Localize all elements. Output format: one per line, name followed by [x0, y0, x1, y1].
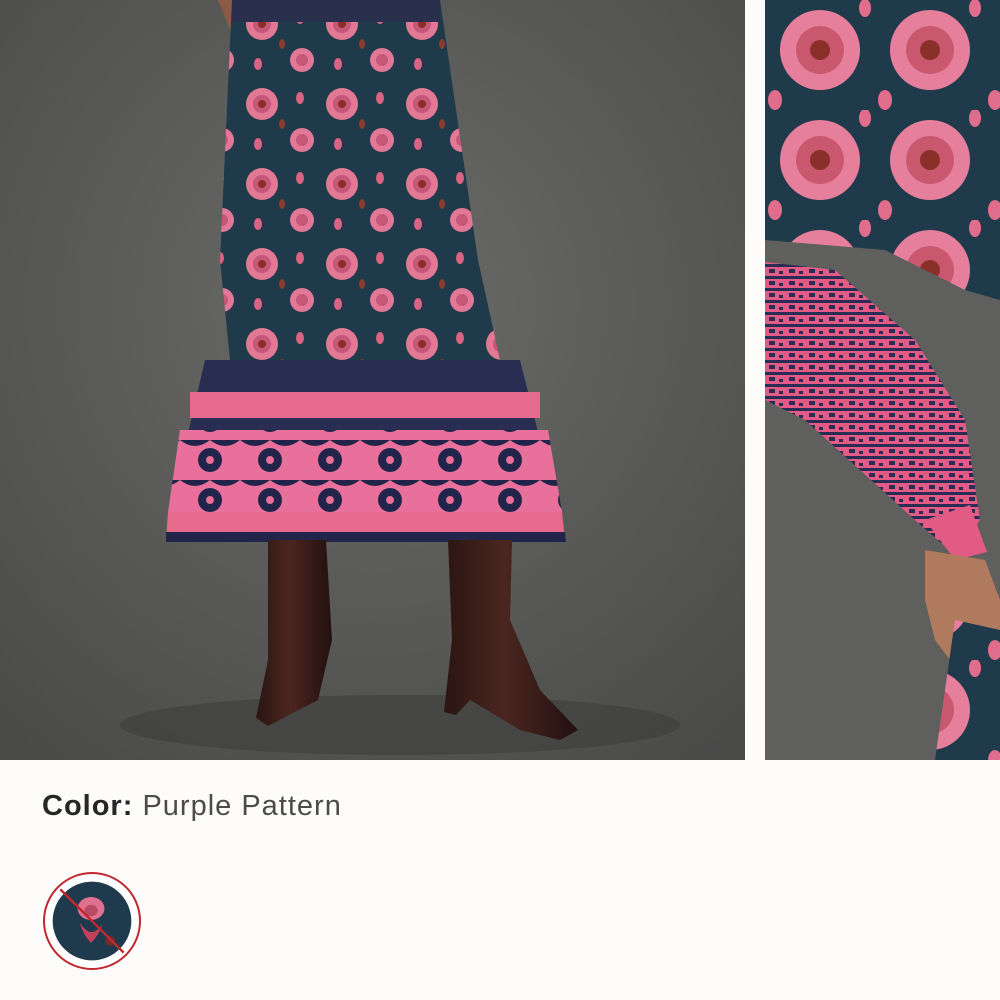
color-value: Purple Pattern — [142, 790, 342, 822]
swatch-image — [52, 881, 132, 961]
product-photo-main[interactable] — [0, 0, 745, 760]
color-label: Color: — [42, 790, 134, 822]
product-image-gallery — [0, 0, 1000, 760]
product-photo-detail[interactable] — [765, 0, 1000, 760]
color-swatch-purple-pattern[interactable] — [43, 872, 141, 970]
color-selection-label: Color: Purple Pattern — [42, 790, 342, 823]
model-skirt-boots-image — [0, 0, 745, 760]
sleeve-detail-image — [765, 0, 1000, 760]
